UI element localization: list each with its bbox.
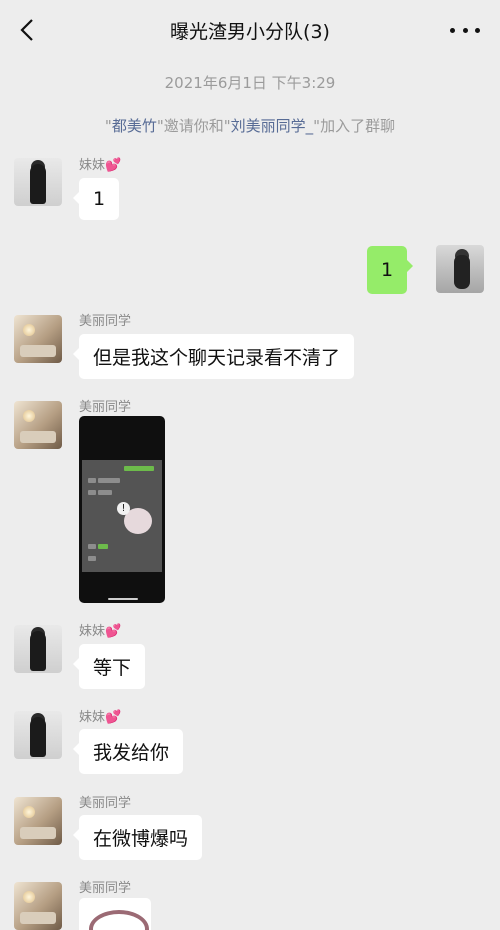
more-dots-icon[interactable] — [450, 20, 480, 40]
sender-name: 美丽同学 — [79, 314, 132, 329]
avatar[interactable] — [14, 315, 62, 363]
inviter-name[interactable]: 都美竹 — [112, 117, 157, 135]
screenshot-thumbnail: ! — [82, 460, 162, 572]
sender-name: 美丽同学 — [79, 796, 132, 811]
avatar[interactable] — [14, 711, 62, 759]
chat-title: 曝光渣男小分队(3) — [170, 20, 330, 43]
message-bubble[interactable]: 但是我这个聊天记录看不清了 — [72, 334, 355, 379]
message-timestamp: 2021年6月1日 下午3:29 — [164, 74, 336, 92]
avatar[interactable] — [14, 158, 62, 206]
avatar[interactable] — [14, 625, 62, 673]
sender-name: 美丽同学 — [79, 881, 132, 896]
message-bubble[interactable]: 在微博爆吗 — [72, 815, 203, 860]
system-message: "都美竹"邀请你和"刘美丽同学_"加入了群聊 — [104, 117, 396, 135]
chevron-left-icon[interactable] — [14, 16, 40, 44]
message-bubble[interactable]: 我发给你 — [72, 729, 184, 774]
sender-name: 妹妹💕 — [79, 624, 122, 639]
sender-name: 妹妹💕 — [79, 158, 122, 173]
invitee-name[interactable]: 刘美丽同学_ — [231, 117, 314, 135]
message-bubble[interactable]: 1 — [72, 178, 120, 220]
message-bubble[interactable]: 等下 — [72, 644, 146, 689]
image-message[interactable]: ! — [79, 416, 165, 603]
sender-name: 妹妹💕 — [79, 710, 122, 725]
my-message-bubble[interactable]: 1 — [367, 246, 414, 294]
avatar[interactable] — [14, 797, 62, 845]
avatar[interactable] — [14, 882, 62, 930]
sender-name: 美丽同学 — [79, 400, 132, 415]
my-avatar[interactable] — [436, 245, 484, 293]
warning-icon: ! — [117, 502, 130, 515]
chat-header: 曝光渣男小分队(3) — [0, 0, 500, 60]
image-message[interactable] — [79, 898, 151, 930]
avatar[interactable] — [14, 401, 62, 449]
